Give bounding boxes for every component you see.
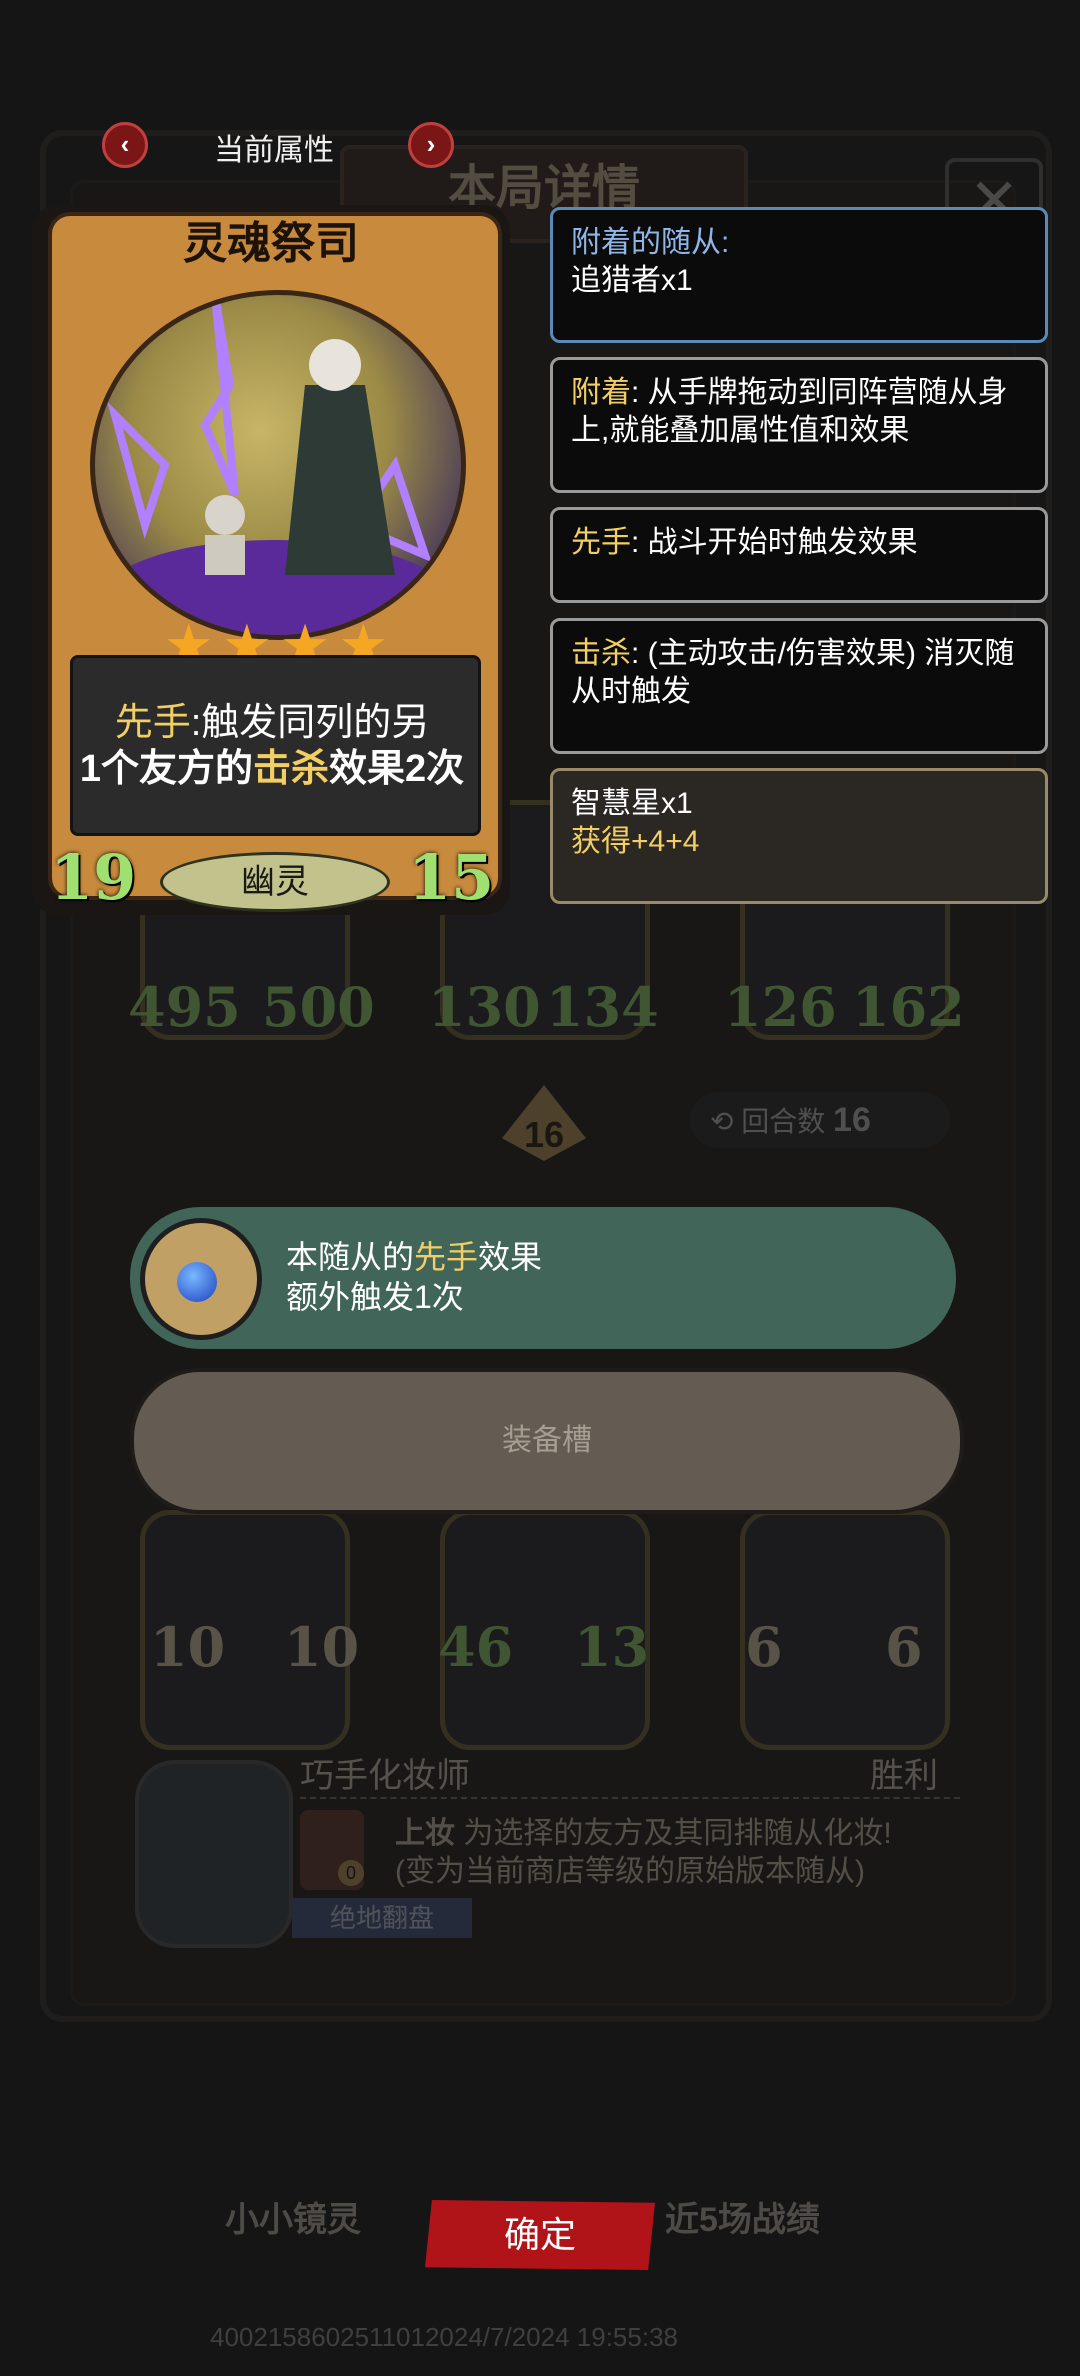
attached-label: 附着的随从: [571, 226, 730, 259]
card-name: 灵魂祭司 [183, 219, 359, 268]
attached-value: 追猎者x1 [571, 264, 693, 297]
tribe-badge: 幽灵 [160, 852, 390, 912]
wisdom-title: 智慧星x1 [571, 787, 693, 820]
necromancer-illustration [105, 295, 445, 635]
desc-text: 1个友方的 [79, 748, 253, 790]
bonus-line2: 额外触发1次 [286, 1279, 464, 1315]
skill-line1: 为选择的友方及其同排随从化妆! [463, 1817, 892, 1850]
first-desc: : 战斗开始时触发效果 [631, 526, 918, 559]
skill-name: 上妆 [395, 1817, 455, 1850]
minion-health: 500 [262, 975, 375, 1039]
chevron-left-icon: ‹ [120, 129, 130, 159]
minion-attack: 130 [428, 975, 541, 1039]
card-description: 先手:触发同列的另 1个友方的击杀效果2次 [72, 700, 472, 792]
round-value: 16 [833, 1101, 871, 1139]
health-value: 15 [408, 841, 495, 914]
bonus-text: 本随从的先手效果 额外触发1次 [286, 1237, 542, 1317]
minion-attack: 10 [150, 1615, 226, 1679]
round-label: 回合数 [741, 1106, 826, 1137]
hero-divider [300, 1797, 960, 1799]
footer-right-label: 近5场战绩 [665, 2201, 820, 2239]
desc-text: :触发同列的另 [190, 702, 430, 744]
minion-health: 10 [284, 1615, 360, 1679]
hero-tag: 绝地翻盘 [292, 1898, 472, 1938]
bonus-text-c: 效果 [478, 1239, 543, 1275]
skill-cost: 0 [338, 1860, 364, 1886]
hero-skill-desc: 上妆 为选择的友方及其同排随从化妆! (变为当前商店等级的原始版本随从) [395, 1815, 892, 1891]
attack-value: 19 [50, 841, 137, 914]
kill-keyword-panel: 击杀: (主动攻击/伤害效果) 消灭随从时触发 [550, 618, 1048, 754]
hero-portrait[interactable] [135, 1760, 293, 1948]
attach-keyword-panel: 附着: 从手牌拖动到同阵营随从身上,就能叠加属性值和效果 [550, 357, 1048, 493]
confirm-button[interactable]: 确定 [425, 2200, 655, 2270]
keyword-first: 先手 [414, 1239, 479, 1275]
bonus-text-a: 本随从的 [286, 1239, 415, 1275]
footer-left-label: 小小镜灵 [225, 2201, 361, 2239]
next-button[interactable]: › [408, 122, 454, 168]
hero-name: 巧手化妆师 [300, 1757, 470, 1795]
refresh-icon: ⟲ [710, 1106, 734, 1137]
minion-attack: 46 [438, 1615, 514, 1679]
keyword-first: 先手 [114, 702, 191, 744]
minion-attack: 495 [128, 975, 241, 1039]
equipment-slot-button[interactable]: 装备槽 [130, 1368, 964, 1514]
attribute-title: 当前属性 [214, 134, 334, 167]
battle-result: 胜利 [870, 1757, 938, 1795]
first-strike-panel: 先手: 战斗开始时触发效果 [550, 507, 1048, 603]
skill-line2: (变为当前商店等级的原始版本随从) [395, 1855, 865, 1888]
prev-button[interactable]: ‹ [102, 122, 148, 168]
attach-desc: : 从手牌拖动到同阵营随从身上,就能叠加属性值和效果 [571, 376, 1008, 447]
minion-health: 13 [574, 1615, 650, 1679]
minion-health: 162 [852, 975, 965, 1039]
minion-health: 134 [546, 975, 659, 1039]
desc-text: 效果2次 [329, 748, 465, 790]
wisdom-star-panel: 智慧星x1 获得+4+4 [550, 768, 1048, 904]
card-art [90, 290, 466, 640]
chevron-right-icon: › [426, 129, 436, 159]
attached-minions-panel: 附着的随从: 追猎者x1 [550, 207, 1048, 343]
minion-attack: 126 [724, 975, 837, 1039]
kill-desc: : (主动攻击/伤害效果) 消灭随从时触发 [571, 637, 1015, 708]
kill-term: 击杀 [571, 637, 631, 670]
wisdom-gain: 获得+4+4 [571, 825, 700, 858]
minion-health: 6 [885, 1615, 923, 1679]
blue-gem-icon [177, 1262, 217, 1302]
attach-term: 附着 [571, 376, 631, 409]
first-term: 先手 [571, 526, 631, 559]
keyword-kill: 击杀 [252, 748, 329, 790]
minion-attack: 6 [745, 1615, 783, 1679]
footer-id: 4002158602511012024/7/2024 19:55:38 [210, 2322, 678, 2352]
round-counter: ⟲ 回合数 16 [690, 1092, 950, 1148]
